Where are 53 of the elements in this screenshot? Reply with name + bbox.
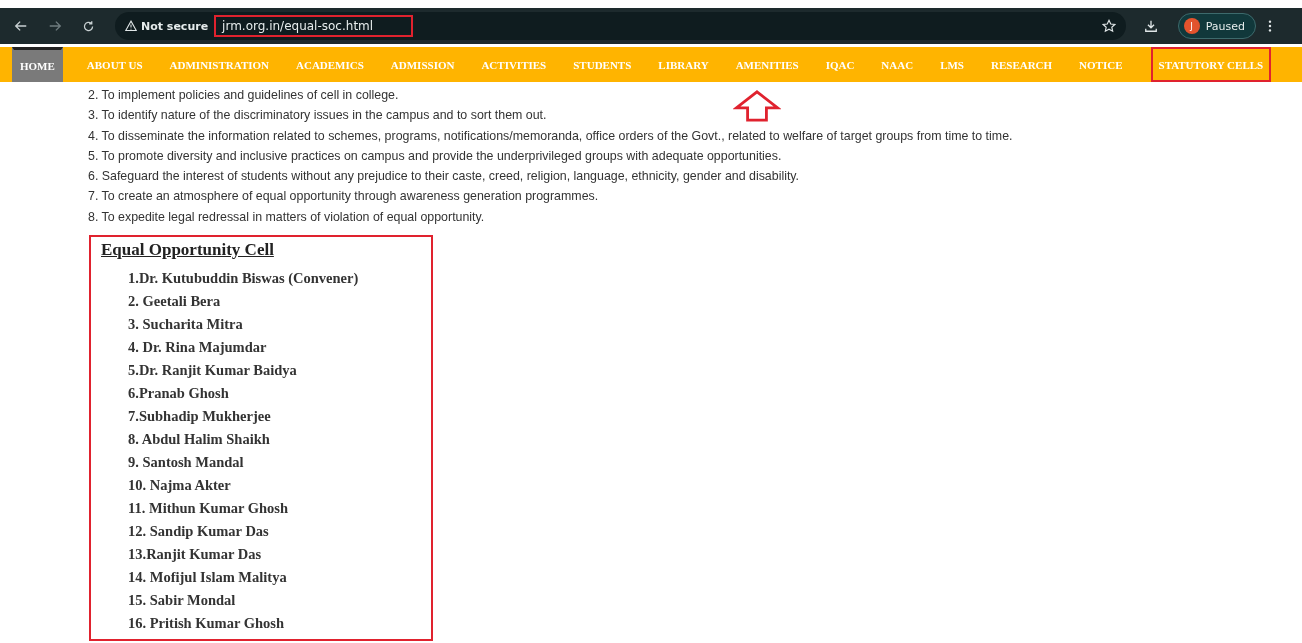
star-icon[interactable] (1101, 19, 1116, 33)
nav-link[interactable]: LMS (937, 47, 967, 82)
member-name: 6.Pranab Ghosh (127, 384, 230, 404)
nav-link[interactable]: NAAC (878, 47, 917, 82)
objective-text: 5. To promote diversity and inclusive practices on campus and provide the underprivileged groups with adequate opportunities. (88, 147, 782, 165)
member-name: 7.Subhadip Mukherjee (127, 407, 272, 427)
profile-status: Paused (1205, 19, 1245, 33)
objective-text: 4. To disseminate the information related to schemes, programs, notifications/memoranda, office orders of the Govt., related to welfare of target groups from time to time. (88, 127, 1013, 145)
member-name: 10. Najma Akter (127, 476, 232, 496)
nav-link[interactable]: STUDENTS (570, 47, 635, 82)
forward-icon[interactable] (48, 19, 62, 33)
warning-icon (125, 20, 137, 32)
member-name: 16. Pritish Kumar Ghosh (127, 614, 286, 634)
nav-link[interactable]: NOTICE (1076, 47, 1126, 82)
nav-link[interactable]: HOME (12, 47, 63, 82)
member-name: 2. Geetali Bera (127, 292, 222, 312)
member-name: 9. Santosh Mandal (127, 453, 245, 473)
objective-text: 7. To create an atmosphere of equal opportunity through awareness generation programmes. (88, 188, 599, 206)
nav-link[interactable]: ACADEMICS (293, 47, 367, 82)
nav-link[interactable]: LIBRARY (655, 47, 712, 82)
objective-text: 8. To expedite legal redressal in matters of violation of equal opportunity. (88, 208, 485, 226)
member-name: 11. Mithun Kumar Ghosh (127, 499, 290, 519)
objective-text: 2. To implement policies and guidelines of cell in college. (88, 87, 399, 104)
member-name: 1.Dr. Kutubuddin Biswas (Convener) (127, 269, 360, 289)
objective-text: 6. Safeguard the interest of students without any prejudice to their caste, creed, religion, language, ethnicity, gender and disability. (88, 168, 800, 186)
cell-heading: Equal Opportunity Cell (101, 240, 275, 261)
member-name: 3. Sucharita Mitra (127, 315, 244, 335)
nav-link[interactable]: ABOUT US (83, 47, 146, 82)
nav-link[interactable]: AMENITIES (732, 47, 802, 82)
member-name: 13.Ranjit Kumar Das (127, 545, 263, 565)
menu-icon[interactable] (1268, 19, 1272, 33)
member-name: 15. Sabir Mondal (127, 591, 237, 611)
up-arrow-icon (733, 90, 781, 122)
nav-link[interactable]: IQAC (822, 47, 858, 82)
nav-link[interactable]: ADMISSION (387, 47, 458, 82)
profile-button[interactable]: J Paused (1177, 13, 1256, 39)
security-label: Not secure (141, 19, 209, 33)
nav-link[interactable]: STATUTORY CELLS (1150, 47, 1272, 82)
nav-link[interactable]: ACTIVITIES (478, 47, 550, 82)
nav-link[interactable]: ADMINISTRATION (166, 47, 272, 82)
member-name: 12. Sandip Kumar Das (127, 522, 270, 542)
objective-text: 3. To identify nature of the discriminatory issues in the campus and to sort them out. (88, 107, 547, 125)
download-icon[interactable] (1143, 19, 1158, 33)
member-name: 4. Dr. Rina Majumdar (127, 338, 268, 358)
url-text: jrm.org.in/equal-soc.html (214, 15, 414, 37)
member-name: 5.Dr. Ranjit Kumar Baidya (127, 361, 298, 381)
reload-icon[interactable] (82, 19, 95, 33)
member-name: 8. Abdul Halim Shaikh (127, 430, 271, 450)
address-bar[interactable]: Not secure jrm.org.in/equal-soc.html (115, 12, 1126, 40)
back-icon[interactable] (14, 19, 28, 33)
avatar: J (1183, 18, 1200, 34)
member-name: 14. Mofijul Islam Malitya (127, 568, 288, 588)
nav-link[interactable]: RESEARCH (988, 47, 1056, 82)
